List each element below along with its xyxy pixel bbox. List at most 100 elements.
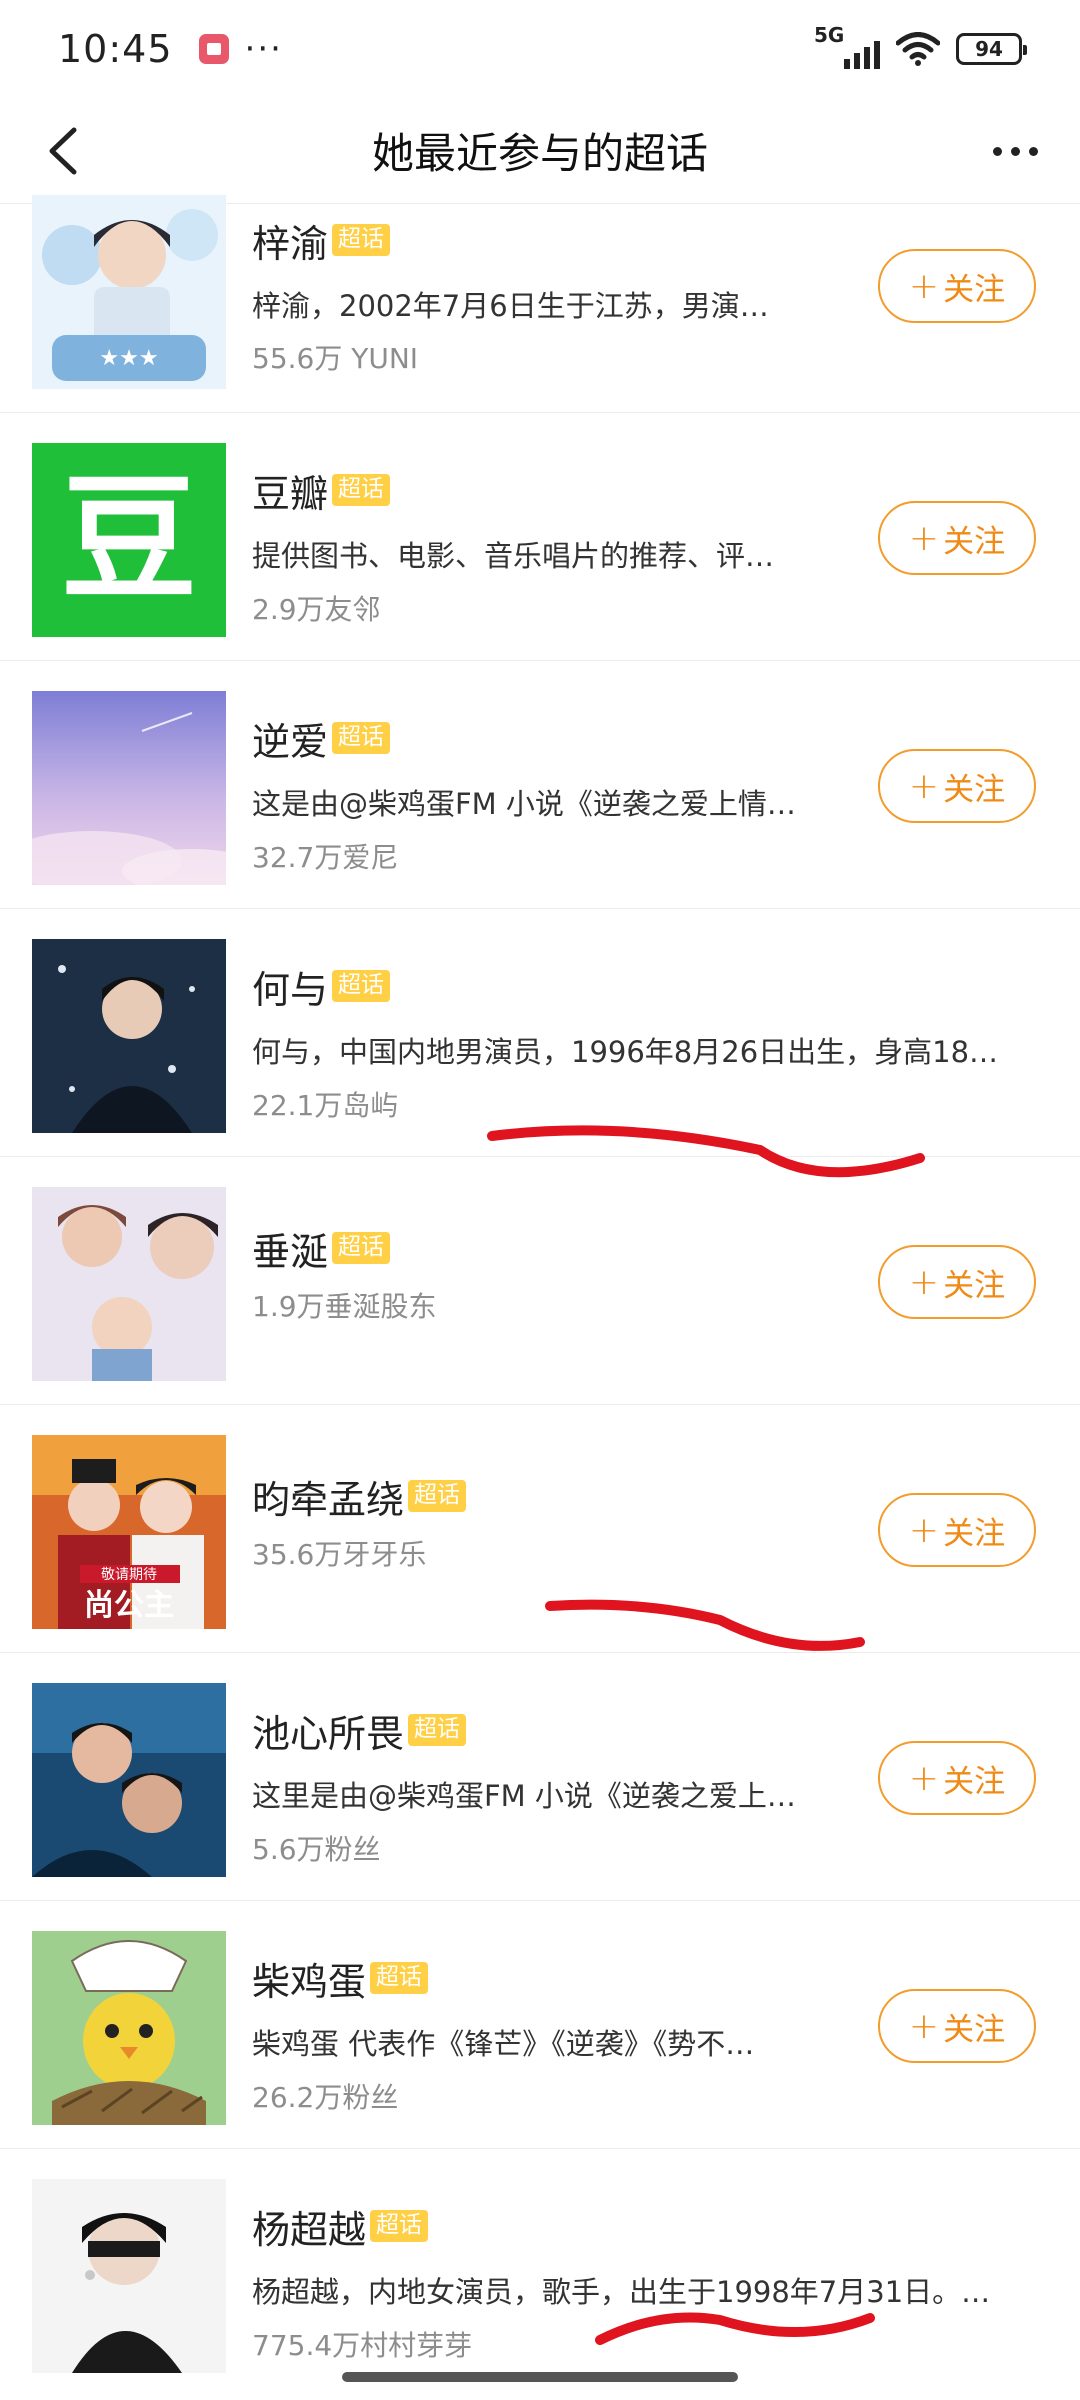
- topic-description: 梓渝，2002年7月6日生于江苏，男演…: [252, 289, 769, 323]
- topic-stats: 55.6万 YUNI: [252, 342, 419, 375]
- topic-title-row: 昀牵孟绕 超话: [252, 1471, 467, 1522]
- super-topic-badge: 超话: [332, 474, 391, 506]
- follow-label: 关注: [943, 271, 1006, 308]
- follow-label: 关注: [943, 523, 1006, 560]
- follow-label: 关注: [943, 771, 1006, 808]
- more-dots-icon: [992, 146, 1002, 156]
- home-indicator[interactable]: [342, 2372, 738, 2382]
- list-item[interactable]: 何与 超话 何与，中国内地男演员，1996年8月26日出生，身高18… 22.1…: [0, 909, 1080, 1157]
- topic-stats: 32.7万爱尼: [252, 841, 399, 874]
- topic-name: 垂涎: [252, 1229, 329, 1274]
- topic-thumbnail: ★★★: [32, 195, 226, 389]
- topic-thumbnail: [32, 1931, 226, 2125]
- follow-label: 关注: [943, 1267, 1006, 1304]
- super-topic-badge: 超话: [370, 1962, 429, 1994]
- topic-description: 何与，中国内地男演员，1996年8月26日出生，身高18…: [252, 1035, 999, 1069]
- topic-title-row: 垂涎 超话: [252, 1223, 391, 1274]
- topic-name: 豆瓣: [252, 471, 329, 516]
- topic-name: 昀牵孟绕: [252, 1477, 405, 1522]
- follow-button[interactable]: + 关注: [878, 501, 1036, 575]
- plus-icon: +: [908, 265, 940, 307]
- topic-list: ★★★ 梓渝 超话 梓渝，2002年7月6日生于江苏，男演… 55.6万 YUN…: [0, 195, 1080, 2397]
- topic-title-row: 何与 超话: [252, 961, 391, 1012]
- topic-thumbnail: [32, 939, 226, 1133]
- more-options-button[interactable]: [980, 118, 1050, 184]
- super-topic-badge: 超话: [332, 722, 391, 754]
- topic-description: 这是由@柴鸡蛋FM 小说《逆袭之爱上情…: [252, 787, 796, 821]
- topic-stats: 26.2万粉丝: [252, 2081, 399, 2114]
- back-arrow-icon: [49, 127, 77, 175]
- status-bar: 10:45 ··· 5G 94: [0, 0, 1080, 98]
- plus-icon: +: [908, 517, 940, 559]
- nav-bar: 她最近参与的超话: [0, 98, 1080, 204]
- topic-description: 提供图书、电影、音乐唱片的推荐、评…: [252, 539, 775, 573]
- plus-icon: +: [908, 765, 940, 807]
- wifi-icon: [896, 32, 940, 66]
- topic-title-row: 逆爱 超话: [252, 713, 391, 764]
- page-title: 她最近参与的超话: [371, 129, 708, 178]
- svg-text:★★★: ★★★: [99, 346, 158, 371]
- topic-stats: 775.4万村村芽芽: [252, 2329, 473, 2362]
- poster-badge-text: 敬请期待: [101, 1567, 157, 1583]
- topic-title-row: 柴鸡蛋 超话: [252, 1953, 429, 2004]
- topic-thumbnail: [32, 2179, 226, 2373]
- follow-button[interactable]: + 关注: [878, 749, 1036, 823]
- topic-name: 逆爱: [252, 719, 329, 764]
- super-topic-badge: 超话: [408, 1480, 467, 1512]
- super-topic-badge: 超话: [332, 970, 391, 1002]
- follow-button[interactable]: + 关注: [878, 1741, 1036, 1815]
- topic-thumbnail: 敬请期待 尚公主: [32, 1435, 226, 1629]
- list-item[interactable]: 池心所畏 超话 这里是由@柴鸡蛋FM 小说《逆袭之爱上… 5.6万粉丝 + 关注: [0, 1653, 1080, 1901]
- douban-logo: 豆: [32, 443, 226, 637]
- topic-title-row: 豆瓣 超话: [252, 465, 391, 516]
- topic-stats: 2.9万友邻: [252, 593, 381, 626]
- follow-label: 关注: [943, 2011, 1006, 2048]
- topic-stats: 5.6万粉丝: [252, 1833, 381, 1866]
- follow-button[interactable]: + 关注: [878, 1493, 1036, 1567]
- battery-icon: 94: [956, 33, 1027, 65]
- list-item[interactable]: 柴鸡蛋 超话 柴鸡蛋 代表作《锋芒》《逆袭》《势不… 26.2万粉丝 + 关注: [0, 1901, 1080, 2149]
- list-item[interactable]: 豆 豆瓣 超话 提供图书、电影、音乐唱片的推荐、评… 2.9万友邻 + 关注: [0, 413, 1080, 661]
- list-item[interactable]: 垂涎 超话 1.9万垂涎股东 + 关注: [0, 1157, 1080, 1405]
- follow-label: 关注: [943, 1763, 1006, 1800]
- topic-name: 梓渝: [252, 221, 329, 266]
- more-notifications-icon: ···: [244, 29, 283, 69]
- status-time: 10:45: [58, 27, 173, 71]
- follow-button[interactable]: + 关注: [878, 1245, 1036, 1319]
- battery-level: 94: [975, 37, 1003, 61]
- follow-label: 关注: [943, 1515, 1006, 1552]
- plus-icon: +: [908, 1509, 940, 1551]
- topic-description: 这里是由@柴鸡蛋FM 小说《逆袭之爱上…: [252, 1779, 796, 1813]
- screen-record-icon: [198, 34, 229, 64]
- list-item[interactable]: 逆爱 超话 这是由@柴鸡蛋FM 小说《逆袭之爱上情… 32.7万爱尼 + 关注: [0, 661, 1080, 909]
- super-topic-badge: 超话: [408, 1714, 467, 1746]
- douban-logo-glyph: 豆: [61, 461, 197, 619]
- topic-title-row: 梓渝 超话: [252, 215, 391, 266]
- super-topic-badge: 超话: [370, 2210, 429, 2242]
- plus-icon: +: [908, 1757, 940, 1799]
- list-item[interactable]: ★★★ 梓渝 超话 梓渝，2002年7月6日生于江苏，男演… 55.6万 YUN…: [0, 195, 1080, 413]
- topic-title-row: 杨超越 超话: [252, 2201, 429, 2252]
- poster-title-text: 尚公主: [84, 1588, 174, 1623]
- plus-icon: +: [908, 2005, 940, 2047]
- topic-title-row: 池心所畏 超话: [252, 1705, 467, 1756]
- topic-description: 杨超越，内地女演员，歌手，出生于1998年7月31日。…: [252, 2275, 991, 2309]
- list-item[interactable]: 杨超越 超话 杨超越，内地女演员，歌手，出生于1998年7月31日。… 775.…: [0, 2149, 1080, 2397]
- topic-stats: 22.1万岛屿: [252, 1089, 399, 1122]
- plus-icon: +: [908, 1261, 940, 1303]
- network-type: 5G: [814, 23, 845, 47]
- follow-button[interactable]: + 关注: [878, 249, 1036, 323]
- list-item[interactable]: 敬请期待 尚公主 昀牵孟绕 超话 35.6万牙牙乐 + 关注: [0, 1405, 1080, 1653]
- topic-stats: 1.9万垂涎股东: [252, 1290, 437, 1323]
- topic-name: 柴鸡蛋: [252, 1959, 367, 2004]
- topic-thumbnail: [32, 1187, 226, 1381]
- cellular-signal-icon: 5G: [814, 23, 880, 69]
- follow-button[interactable]: + 关注: [878, 1989, 1036, 2063]
- topic-name: 池心所畏: [252, 1711, 405, 1756]
- topic-thumbnail: [32, 691, 226, 885]
- topic-stats: 35.6万牙牙乐: [252, 1538, 427, 1571]
- topic-name: 杨超越: [252, 2207, 367, 2252]
- topic-name: 何与: [252, 967, 329, 1012]
- super-topic-badge: 超话: [332, 1232, 391, 1264]
- back-button[interactable]: [30, 118, 96, 184]
